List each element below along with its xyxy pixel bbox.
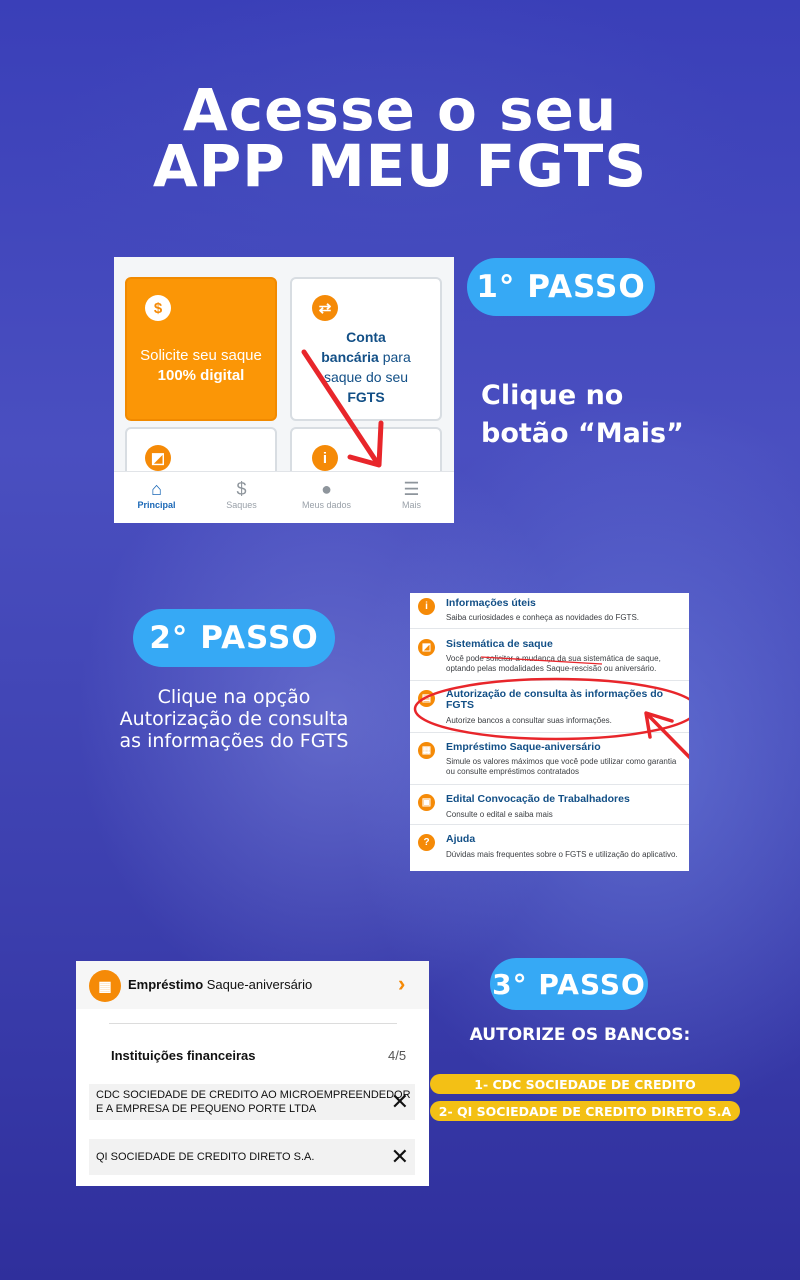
headline: Acesse o seu APP MEU FGTS: [0, 76, 800, 200]
institution-name-line1: QI SOCIEDADE DE CREDITO DIRETO S.A.: [96, 1151, 315, 1163]
institution-row-cdc: CDC SOCIEDADE DE CREDITO AO MICROEMPREEN…: [89, 1084, 415, 1120]
red-circle-annotation: [413, 656, 689, 760]
step2-instruction-line1: Clique na opção: [157, 686, 311, 708]
screenshot-app-home: $ Solicite seu saque 100% digital ⇄ Cont…: [114, 257, 454, 523]
step2-instruction: Clique na opção Autorização de consulta …: [100, 686, 368, 752]
step2-instruction-line2: Autorização de consulta: [119, 708, 349, 730]
remove-institution-icon[interactable]: ✕: [391, 1146, 409, 1168]
headline-line-2: APP MEU FGTS: [152, 132, 648, 200]
screenshot-menu-mais: i Informações úteis Saiba curiosidades e…: [410, 593, 689, 871]
bank-pill-cdc: 1- CDC SOCIEDADE DE CREDITO: [430, 1074, 740, 1094]
remove-institution-icon[interactable]: ✕: [391, 1091, 409, 1113]
step1-instruction: Clique no botão “Mais”: [481, 377, 684, 453]
emprestimo-title-bold: Empréstimo: [128, 977, 204, 992]
institution-name-line2: E A EMPRESA DE PEQUENO PORTE LTDA: [96, 1103, 317, 1115]
step3-instruction: AUTORIZE OS BANCOS:: [469, 1025, 691, 1045]
headline-line-1: Acesse o seu: [182, 76, 618, 144]
step1-instruction-line1: Clique no: [481, 380, 624, 411]
emprestimo-icon: ▦: [89, 970, 121, 1002]
bank-pill-qi: 2- QI SOCIEDADE DE CREDITO DIRETO S.A: [430, 1101, 740, 1121]
step3-badge: 3° PASSO: [490, 958, 648, 1010]
institution-count: 4/5: [388, 1048, 407, 1063]
screenshot-instituicoes: ▦ Empréstimo Saque-aniversário › Institu…: [76, 961, 429, 1186]
step1-instruction-line2: botão “Mais”: [481, 418, 684, 449]
section-title: Instituições financeiras: [111, 1048, 256, 1063]
step2-instruction-line3: as informações do FGTS: [119, 730, 349, 752]
red-arrow-annotation: [301, 349, 384, 468]
chevron-right-icon: ›: [398, 971, 406, 996]
emprestimo-title: Empréstimo Saque-aniversário: [128, 977, 312, 992]
emprestimo-header[interactable]: ▦ Empréstimo Saque-aniversário ›: [76, 961, 429, 1009]
emprestimo-title-rest: Saque-aniversário: [203, 977, 313, 992]
step2-badge: 2° PASSO: [133, 609, 335, 667]
divider: [109, 1023, 397, 1024]
step1-badge: 1° PASSO: [467, 258, 655, 316]
institution-row-qi: QI SOCIEDADE DE CREDITO DIRETO S.A. ✕: [89, 1139, 415, 1175]
institution-name-line1: CDC SOCIEDADE DE CREDITO AO MICROEMPREEN…: [96, 1089, 411, 1101]
